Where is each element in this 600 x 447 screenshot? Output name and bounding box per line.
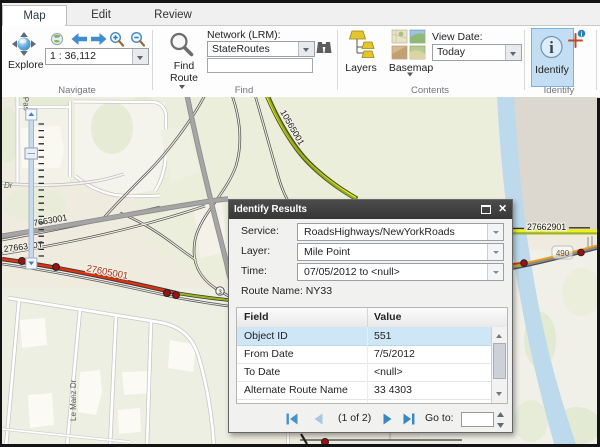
svg-text:Le Manz Dr: Le Manz Dr: [69, 379, 78, 421]
svg-text:3: 3: [218, 289, 222, 296]
svg-text:i: i: [581, 30, 583, 38]
svg-text:Dr: Dr: [4, 181, 13, 190]
svg-text:490: 490: [556, 249, 570, 258]
svg-text:i: i: [549, 38, 554, 57]
svg-text:27662901: 27662901: [527, 222, 566, 232]
